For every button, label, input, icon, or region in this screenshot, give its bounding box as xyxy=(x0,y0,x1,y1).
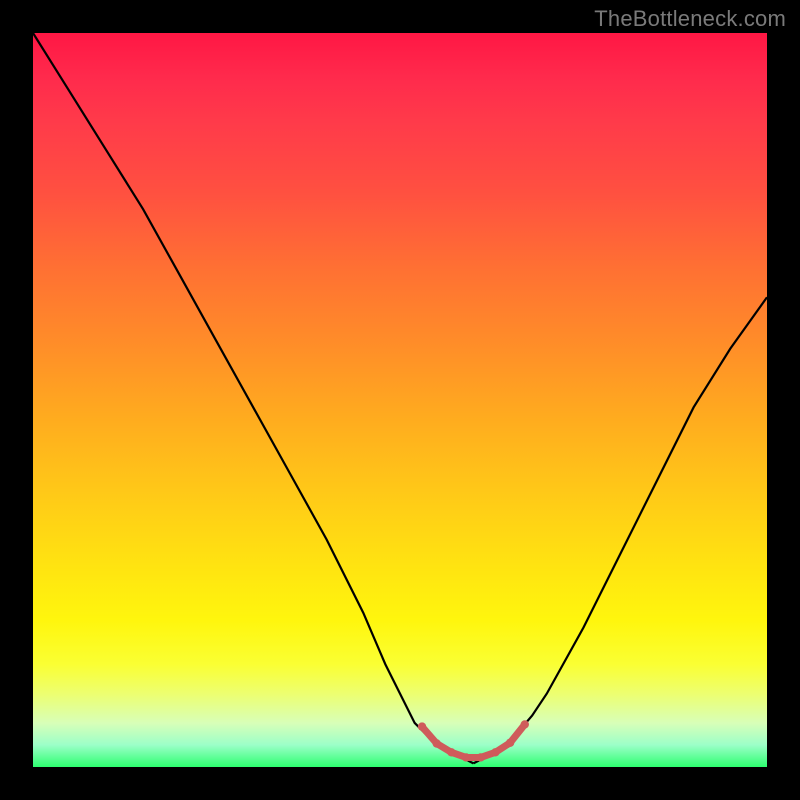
accent-dot xyxy=(447,748,455,756)
accent-dot xyxy=(418,722,426,730)
accent-dot xyxy=(477,753,485,761)
plot-area xyxy=(33,33,767,767)
accent-dot xyxy=(521,720,529,728)
accent-dot xyxy=(506,739,514,747)
curve-left-branch xyxy=(33,33,473,763)
accent-dot xyxy=(433,739,441,747)
watermark-text: TheBottleneck.com xyxy=(594,6,786,32)
curve-right-branch xyxy=(473,297,767,763)
outer-frame: TheBottleneck.com xyxy=(0,0,800,800)
chart-svg xyxy=(33,33,767,767)
accent-dot xyxy=(491,748,499,756)
accent-dot xyxy=(462,753,470,761)
